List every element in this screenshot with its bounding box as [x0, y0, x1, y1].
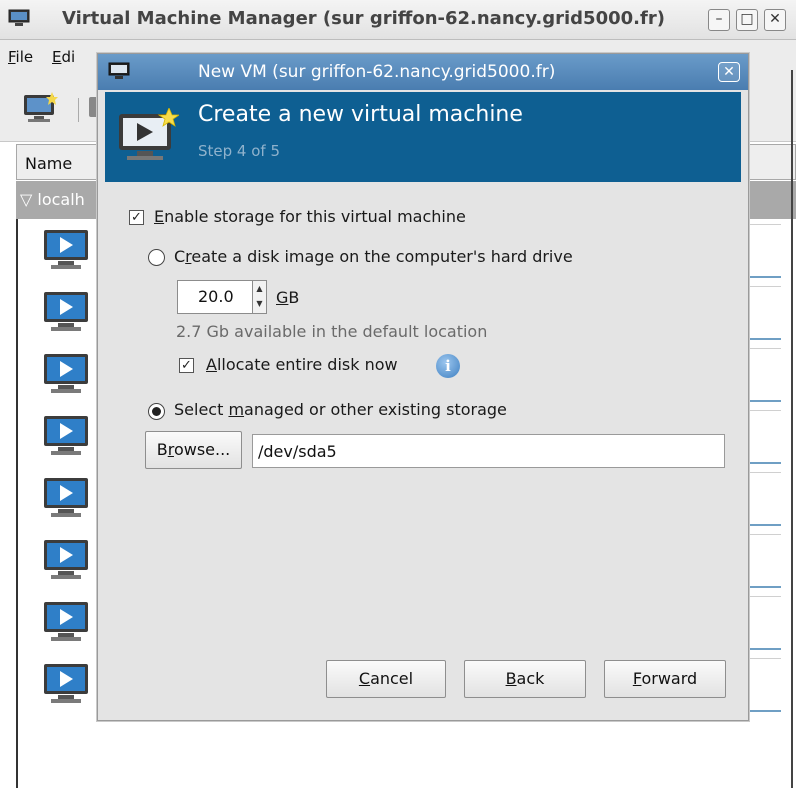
maximize-button[interactable]: □ [736, 9, 758, 31]
new-vm-dialog: New VM (sur griffon-62.nancy.grid5000.fr… [97, 53, 749, 721]
close-button[interactable]: ✕ [764, 9, 786, 31]
dialog-close-button[interactable]: ✕ [718, 62, 740, 82]
enable-storage-checkbox[interactable]: ✓ [129, 210, 144, 225]
vm-row-card[interactable] [748, 286, 781, 340]
back-button[interactable]: Back [464, 660, 586, 698]
vm-icon[interactable] [42, 228, 90, 272]
vm-row-card[interactable] [748, 348, 781, 402]
spin-arrows-icon[interactable]: ▲ ▼ [252, 281, 266, 313]
vm-icon[interactable] [42, 476, 90, 520]
dialog-titlebar[interactable]: New VM (sur griffon-62.nancy.grid5000.fr… [98, 54, 748, 90]
forward-button[interactable]: Forward [604, 660, 726, 698]
cancel-button[interactable]: Cancel [326, 660, 446, 698]
vm-row-card[interactable] [748, 658, 781, 712]
wizard-title: Create a new virtual machine [198, 102, 523, 127]
wizard-step: Step 4 of 5 [198, 142, 281, 160]
app-monitor-icon [8, 9, 30, 26]
new-vm-toolbar-icon[interactable] [22, 92, 58, 124]
vm-row-card[interactable] [748, 596, 781, 650]
disk-size-unit: GB [276, 288, 300, 307]
disk-size-spinbox[interactable]: 20.0 ▲ ▼ [177, 280, 267, 314]
create-disk-label[interactable]: Create a disk image on the computer's ha… [174, 247, 573, 266]
info-icon[interactable]: i [436, 354, 460, 378]
vm-list-border [16, 219, 18, 788]
create-disk-radio[interactable] [148, 249, 165, 266]
main-window-title: Virtual Machine Manager (sur griffon-62.… [62, 8, 665, 29]
vm-row-card[interactable] [748, 410, 781, 464]
dialog-monitor-icon [108, 62, 130, 79]
vm-row-card[interactable] [748, 224, 781, 278]
minimize-button[interactable]: – [708, 9, 730, 31]
allocate-disk-label[interactable]: Allocate entire disk now [206, 355, 398, 374]
new-vm-icon [119, 108, 179, 160]
menu-edit[interactable]: Edi [52, 48, 75, 66]
dialog-title: New VM (sur griffon-62.nancy.grid5000.fr… [198, 62, 556, 82]
vm-icon[interactable] [42, 352, 90, 396]
disk-size-value[interactable]: 20.0 [198, 287, 234, 306]
column-name-header[interactable]: Name [25, 154, 72, 173]
toolbar-separator [78, 98, 79, 122]
vm-icon[interactable] [42, 414, 90, 458]
available-space-text: 2.7 Gb available in the default location [176, 322, 488, 341]
select-storage-radio[interactable] [148, 403, 165, 420]
vm-row-card[interactable] [748, 534, 781, 588]
allocate-disk-checkbox[interactable]: ✓ [179, 358, 194, 373]
vm-icon[interactable] [42, 538, 90, 582]
wizard-header: Create a new virtual machine Step 4 of 5 [105, 92, 741, 182]
menu-file[interactable]: File [8, 48, 33, 66]
main-window-titlebar[interactable]: Virtual Machine Manager (sur griffon-62.… [0, 0, 796, 40]
select-storage-label[interactable]: Select managed or other existing storage [174, 400, 507, 419]
browse-button[interactable]: Browse... [145, 431, 242, 469]
vm-icon[interactable] [42, 290, 90, 334]
vm-icon[interactable] [42, 600, 90, 644]
storage-path-input[interactable] [252, 434, 725, 468]
enable-storage-label[interactable]: Enable storage for this virtual machine [154, 207, 466, 226]
host-label: ▽ localh [20, 190, 85, 209]
vm-icon[interactable] [42, 662, 90, 706]
main-window-edge [791, 70, 793, 788]
vm-row-card[interactable] [748, 472, 781, 526]
